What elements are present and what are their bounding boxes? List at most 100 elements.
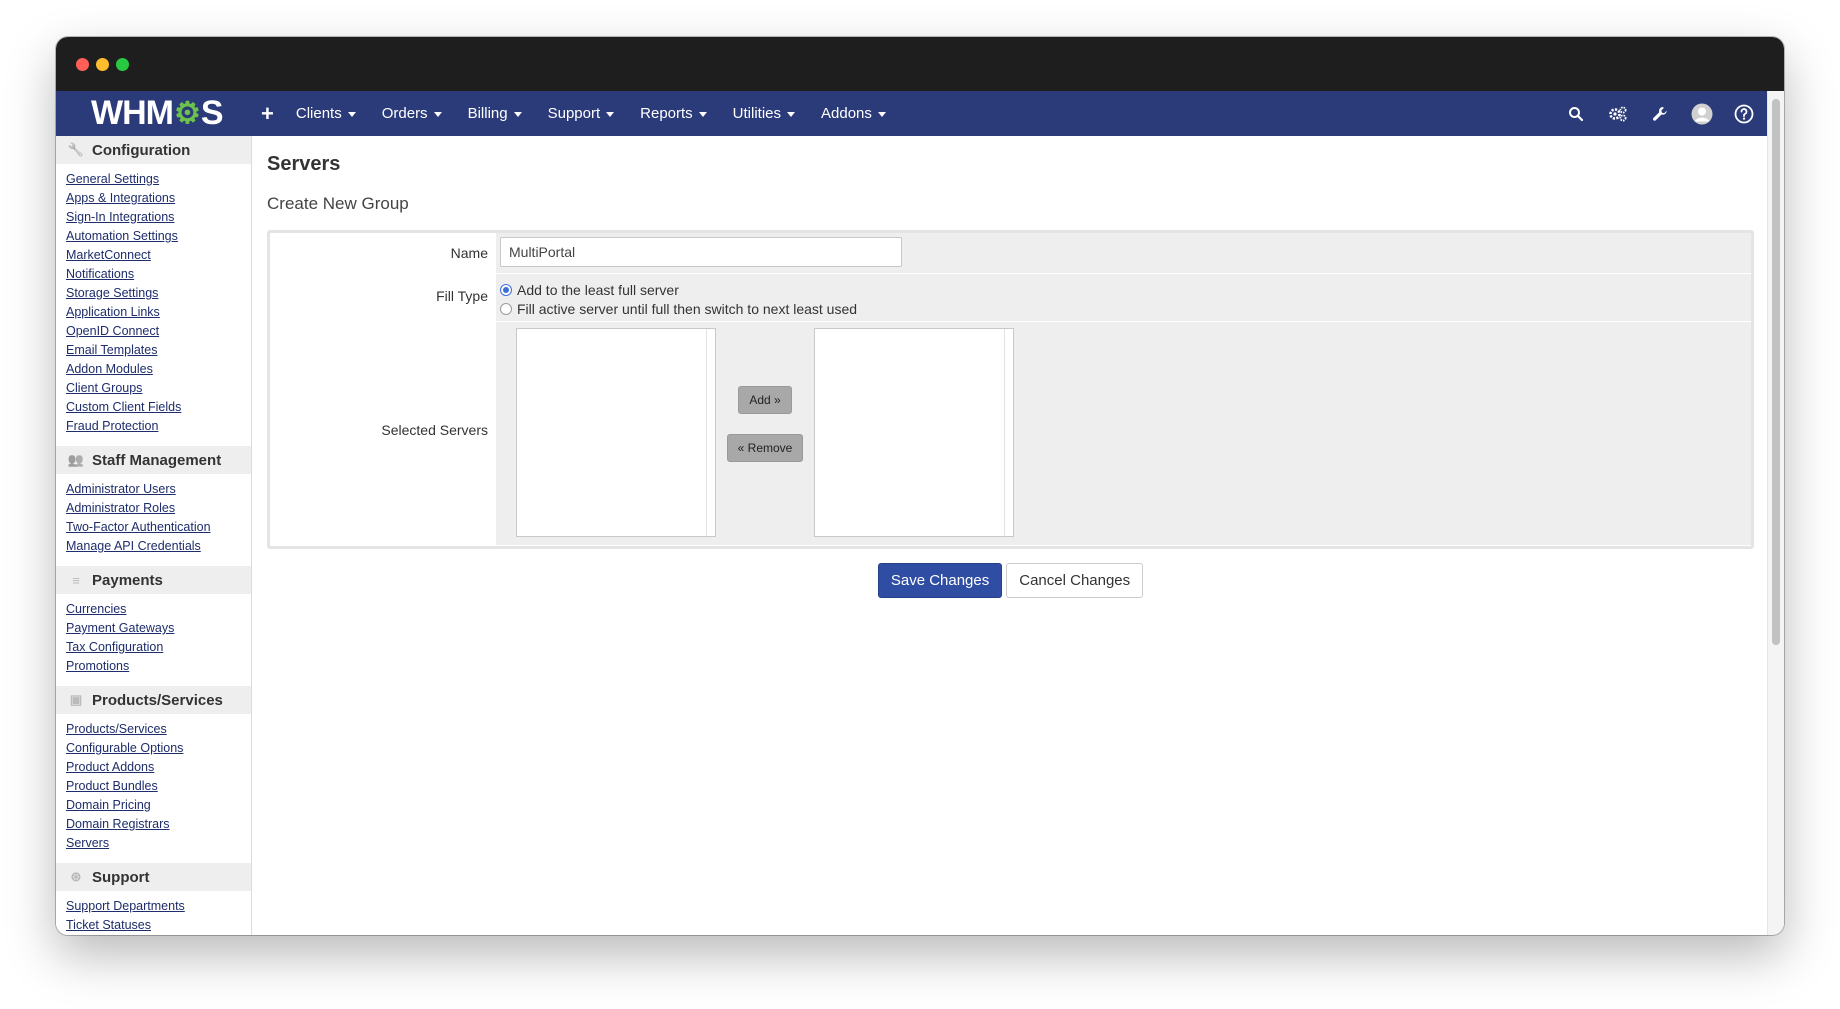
add-server-button[interactable]: Add » bbox=[738, 385, 792, 414]
window-titlebar bbox=[56, 37, 1784, 91]
main-content: Servers Create New Group Name Fill Type … bbox=[267, 136, 1757, 598]
fill-option-active-server[interactable]: Fill active server until full then switc… bbox=[500, 299, 1747, 318]
sidebar-section-configuration: 🔧 Configuration General Settings Apps & Int… bbox=[56, 136, 251, 436]
sidebar-section-header: ⊛ Support bbox=[56, 863, 251, 891]
selected-servers-list[interactable] bbox=[814, 328, 1014, 537]
maximize-window-button[interactable] bbox=[116, 58, 129, 71]
sidebar-link-administrator-users[interactable]: Administrator Users bbox=[56, 480, 251, 499]
sidebar-link-product-bundles[interactable]: Product Bundles bbox=[56, 777, 251, 796]
nav-label: Billing bbox=[467, 105, 508, 122]
help-icon[interactable] bbox=[1733, 103, 1755, 125]
sidebar-link-domain-pricing[interactable]: Domain Pricing bbox=[56, 796, 251, 815]
lifebuoy-icon: ⊛ bbox=[70, 869, 82, 884]
sidebar-section-staff-management: 👥 Staff Management Administrator Users Admi… bbox=[56, 446, 251, 556]
sidebar-link-products-services[interactable]: Products/Services bbox=[56, 720, 251, 739]
name-field-cell bbox=[496, 233, 1751, 273]
radio-least-full[interactable] bbox=[500, 283, 512, 296]
sidebar-section-products-services: ▣ Products/Services Products/Services Confi… bbox=[56, 686, 251, 853]
wrench-icon: 🔧 bbox=[67, 142, 85, 157]
caret-down-icon bbox=[433, 112, 442, 117]
nav-label: Clients bbox=[295, 105, 342, 122]
sidebar-link-two-factor-authentication[interactable]: Two-Factor Authentication bbox=[56, 518, 251, 537]
name-row: Name bbox=[270, 233, 1751, 274]
caret-down-icon bbox=[513, 112, 522, 117]
caret-down-icon bbox=[877, 112, 886, 117]
page-scrollbar-thumb[interactable] bbox=[1772, 99, 1780, 645]
sidebar-link-fraud-protection[interactable]: Fraud Protection bbox=[56, 417, 251, 436]
selected-servers-row: Selected Servers Add » « Remove bbox=[270, 322, 1751, 546]
navbar-right-icons bbox=[1545, 103, 1755, 125]
selected-servers-scrollbar[interactable] bbox=[1004, 329, 1013, 536]
sidebar-link-promotions[interactable]: Promotions bbox=[56, 657, 251, 676]
sidebar-link-application-links[interactable]: Application Links bbox=[56, 303, 251, 322]
available-servers-list[interactable] bbox=[516, 328, 716, 537]
sidebar-section-header: ▣ Products/Services bbox=[56, 686, 251, 714]
sidebar-link-storage-settings[interactable]: Storage Settings bbox=[56, 284, 251, 303]
nav-reports[interactable]: Reports bbox=[640, 105, 707, 122]
caret-down-icon bbox=[347, 112, 356, 117]
sidebar-link-general-settings[interactable]: General Settings bbox=[56, 170, 251, 189]
page-scrollbar[interactable] bbox=[1767, 91, 1784, 935]
available-servers-scrollbar[interactable] bbox=[706, 329, 715, 536]
nav-utilities[interactable]: Utilities bbox=[732, 105, 796, 122]
search-icon[interactable] bbox=[1565, 103, 1587, 125]
logo-text-end: S bbox=[200, 94, 224, 132]
cubes-icon: ▣ bbox=[69, 692, 83, 707]
sidebar-link-notifications[interactable]: Notifications bbox=[56, 265, 251, 284]
sidebar-link-apps-integrations[interactable]: Apps & Integrations bbox=[56, 189, 251, 208]
sidebar-link-administrator-roles[interactable]: Administrator Roles bbox=[56, 499, 251, 518]
name-label: Name bbox=[270, 233, 496, 273]
sidebar-link-marketconnect[interactable]: MarketConnect bbox=[56, 246, 251, 265]
save-changes-button[interactable]: Save Changes bbox=[877, 563, 1003, 598]
sidebar-section-title: Support bbox=[92, 868, 150, 886]
sidebar-link-configurable-options[interactable]: Configurable Options bbox=[56, 739, 251, 758]
radio-active-server[interactable] bbox=[500, 302, 512, 315]
sidebar-link-sign-in-integrations[interactable]: Sign-In Integrations bbox=[56, 208, 251, 227]
server-mover-buttons: Add » « Remove bbox=[716, 328, 814, 539]
nav-support[interactable]: Support bbox=[548, 105, 615, 122]
sidebar-section-title: Products/Services bbox=[92, 691, 223, 709]
wrench-icon[interactable] bbox=[1649, 103, 1671, 125]
sidebar: 🔧 Configuration General Settings Apps & Int… bbox=[56, 136, 252, 935]
fill-option-active-server-label: Fill active server until full then switc… bbox=[517, 300, 858, 317]
close-window-button[interactable] bbox=[76, 58, 89, 71]
nav-orders[interactable]: Orders bbox=[382, 105, 442, 122]
main-menu: Clients Orders Billing Support Reports Utilit… bbox=[296, 105, 912, 122]
browser-window: WHM ⚙ S + Clients Orders Billing Support Repor… bbox=[56, 37, 1784, 935]
sidebar-link-product-addons[interactable]: Product Addons bbox=[56, 758, 251, 777]
gears-icon[interactable] bbox=[1607, 103, 1629, 125]
fill-option-least-full[interactable]: Add to the least full server bbox=[500, 280, 1747, 299]
nav-clients[interactable]: Clients bbox=[296, 105, 356, 122]
nav-label: Utilities bbox=[732, 105, 782, 122]
cancel-changes-button[interactable]: Cancel Changes bbox=[1006, 563, 1144, 598]
sidebar-section-title: Configuration bbox=[92, 141, 191, 159]
sidebar-link-automation-settings[interactable]: Automation Settings bbox=[56, 227, 251, 246]
plus-icon[interactable]: + bbox=[261, 101, 274, 127]
sidebar-link-currencies[interactable]: Currencies bbox=[56, 600, 251, 619]
user-avatar-icon[interactable] bbox=[1691, 103, 1713, 125]
sidebar-link-domain-registrars[interactable]: Domain Registrars bbox=[56, 815, 251, 834]
sidebar-link-client-groups[interactable]: Client Groups bbox=[56, 379, 251, 398]
sidebar-link-openid-connect[interactable]: OpenID Connect bbox=[56, 322, 251, 341]
minimize-window-button[interactable] bbox=[96, 58, 109, 71]
sidebar-link-tax-configuration[interactable]: Tax Configuration bbox=[56, 638, 251, 657]
coins-icon: ≡ bbox=[72, 572, 80, 588]
name-input[interactable] bbox=[500, 237, 902, 267]
sidebar-link-addon-modules[interactable]: Addon Modules bbox=[56, 360, 251, 379]
nav-label: Reports bbox=[640, 105, 693, 122]
sidebar-link-custom-client-fields[interactable]: Custom Client Fields bbox=[56, 398, 251, 417]
sidebar-link-payment-gateways[interactable]: Payment Gateways bbox=[56, 619, 251, 638]
nav-addons[interactable]: Addons bbox=[821, 105, 886, 122]
fill-option-least-full-label: Add to the least full server bbox=[517, 281, 679, 298]
sidebar-link-support-departments[interactable]: Support Departments bbox=[56, 897, 251, 916]
remove-server-button[interactable]: « Remove bbox=[726, 433, 804, 462]
sidebar-link-manage-api-credentials[interactable]: Manage API Credentials bbox=[56, 537, 251, 556]
sidebar-link-ticket-statuses[interactable]: Ticket Statuses bbox=[56, 916, 251, 935]
sidebar-link-servers[interactable]: Servers bbox=[56, 834, 251, 853]
whmcs-logo[interactable]: WHM ⚙ S bbox=[91, 94, 224, 133]
page-title: Servers bbox=[267, 153, 341, 175]
logo-text-start: WHM bbox=[91, 94, 174, 132]
sidebar-link-email-templates[interactable]: Email Templates bbox=[56, 341, 251, 360]
logo-gear-icon: ⚙ bbox=[173, 97, 201, 130]
nav-billing[interactable]: Billing bbox=[468, 105, 522, 122]
